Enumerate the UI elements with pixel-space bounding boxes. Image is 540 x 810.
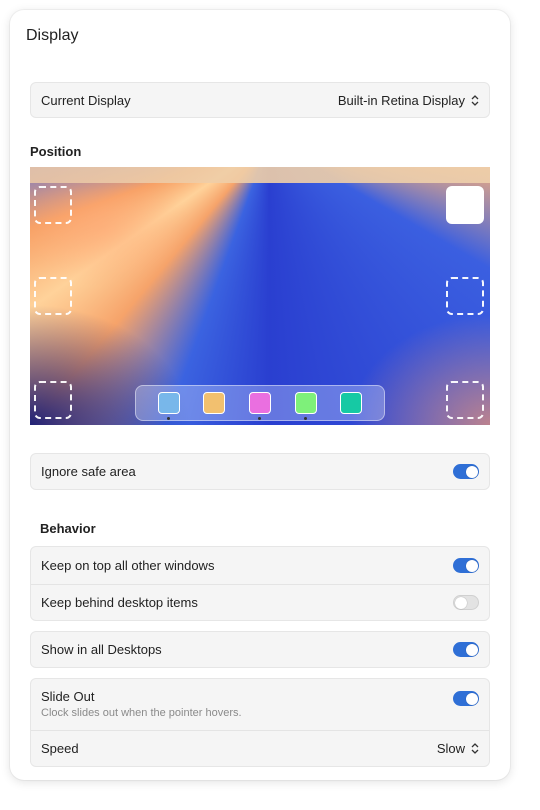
position-slot-top-right[interactable]	[446, 186, 484, 224]
dock-app-icon	[203, 392, 226, 414]
show-all-desktops-toggle[interactable]	[453, 642, 479, 657]
position-preview	[30, 167, 490, 425]
dock-app-icon	[294, 392, 317, 420]
toggle-knob	[465, 692, 478, 705]
window-level-group: Keep on top all other windows Keep behin…	[30, 546, 490, 621]
current-display-row[interactable]: Current Display Built-in Retina Display	[31, 83, 489, 117]
keep-behind-toggle[interactable]	[453, 595, 479, 610]
toggle-knob	[465, 465, 478, 478]
desktops-group: Show in all Desktops	[30, 631, 490, 668]
chevron-up-down-icon	[471, 743, 479, 754]
position-slot-middle-right[interactable]	[446, 277, 484, 315]
toggle-knob	[455, 596, 467, 609]
speed-row: Speed Slow	[31, 730, 489, 766]
chevron-up-down-icon	[471, 94, 479, 106]
show-all-desktops-row: Show in all Desktops	[31, 632, 489, 667]
slide-out-group: Slide Out Clock slides out when the poin…	[30, 678, 490, 767]
current-display-label: Current Display	[41, 92, 131, 108]
keep-behind-label: Keep behind desktop items	[41, 595, 198, 610]
safe-area-row: Ignore safe area	[31, 454, 489, 489]
position-slot-bottom-left[interactable]	[34, 381, 72, 419]
toggle-knob	[465, 643, 478, 656]
current-display-popup[interactable]: Built-in Retina Display	[338, 93, 479, 108]
position-slot-bottom-right[interactable]	[446, 381, 484, 419]
speed-label: Speed	[41, 741, 79, 756]
keep-behind-row: Keep behind desktop items	[31, 584, 489, 620]
keep-on-top-toggle[interactable]	[453, 558, 479, 573]
running-indicator	[167, 417, 171, 420]
safe-area-group: Ignore safe area	[30, 453, 490, 490]
display-settings-panel: Display Current Display Built-in Retina …	[10, 10, 510, 780]
safe-area-label: Ignore safe area	[41, 464, 136, 479]
dock-app-icon	[248, 392, 271, 420]
slide-out-toggle[interactable]	[453, 691, 479, 706]
safe-area-toggle[interactable]	[453, 464, 479, 479]
slide-out-row: Slide Out Clock slides out when the poin…	[31, 679, 489, 730]
dock-app-icon	[157, 392, 180, 420]
slide-out-description: Clock slides out when the pointer hovers…	[41, 707, 242, 719]
keep-on-top-label: Keep on top all other windows	[41, 558, 215, 573]
current-display-group: Current Display Built-in Retina Display	[30, 82, 490, 118]
toggle-knob	[465, 559, 478, 572]
running-indicator	[258, 417, 262, 420]
speed-popup[interactable]: Slow	[437, 741, 479, 756]
page-title: Display	[26, 27, 79, 44]
position-section-label: Position	[30, 144, 82, 159]
slide-out-text: Slide Out Clock slides out when the poin…	[41, 689, 242, 719]
show-all-desktops-label: Show in all Desktops	[41, 642, 162, 657]
dock-preview	[135, 385, 385, 421]
behavior-section-label: Behavior	[40, 521, 96, 536]
slide-out-label: Slide Out	[41, 689, 95, 704]
running-indicator	[304, 417, 308, 420]
keep-on-top-row: Keep on top all other windows	[31, 547, 489, 584]
position-slot-top-left[interactable]	[34, 186, 72, 224]
menu-bar-area	[30, 167, 490, 183]
dock-app-icon	[340, 392, 363, 414]
current-display-value: Built-in Retina Display	[337, 92, 465, 108]
position-slot-middle-left[interactable]	[34, 277, 72, 315]
speed-value: Slow	[436, 741, 465, 756]
